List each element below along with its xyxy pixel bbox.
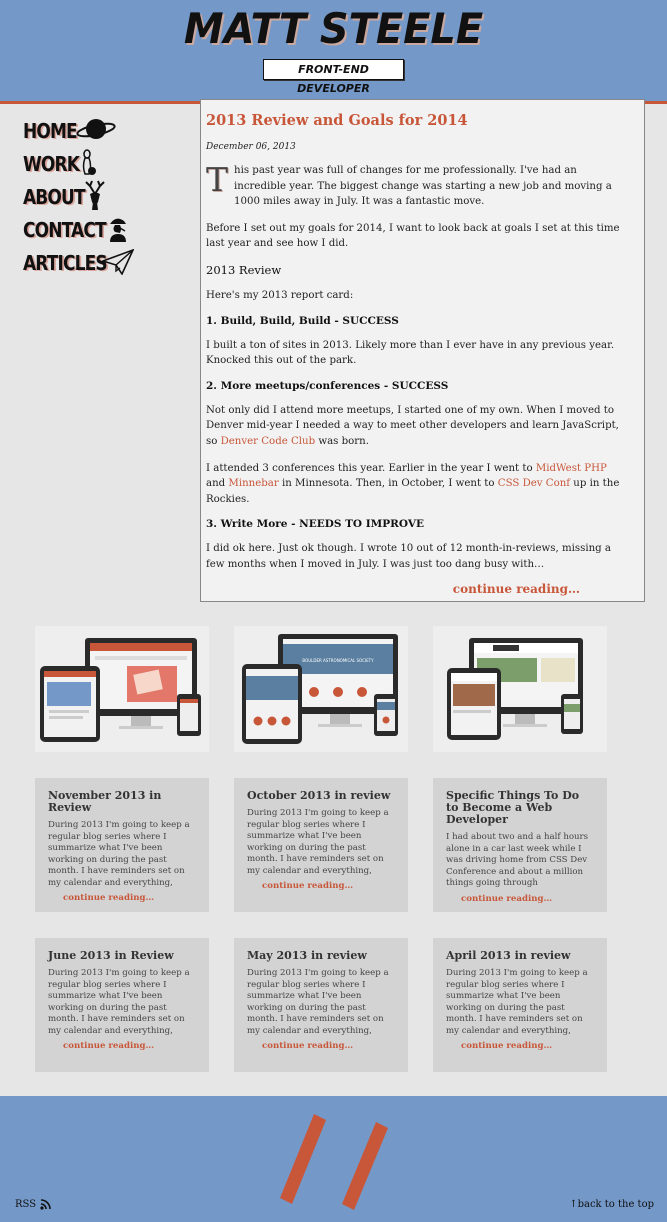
- article-card[interactable]: May 2013 in review During 2013 I'm going…: [234, 938, 408, 1072]
- paragraph: Here's my 2013 report card:: [206, 289, 354, 301]
- site-header: MATT STEELE FRONT-END DEVELOPER: [0, 0, 667, 104]
- nav-item-contact[interactable]: CONTACT: [23, 213, 183, 246]
- denver-code-club-link[interactable]: Denver Code Club: [221, 436, 316, 447]
- card-excerpt: During 2013 I'm going to keep a regular …: [247, 968, 389, 1036]
- featured-date: December 06, 2013: [206, 142, 296, 152]
- article-card[interactable]: Specific Things To Do to Become a Web De…: [433, 778, 607, 912]
- card-title[interactable]: May 2013 in review: [247, 950, 396, 962]
- card-title[interactable]: April 2013 in review: [446, 950, 595, 962]
- rss-link[interactable]: RSS: [15, 1199, 51, 1210]
- footer-logo-mark: [280, 1114, 388, 1210]
- project-thumbnail[interactable]: [433, 626, 607, 752]
- site-footer: RSS ↑back to the top: [0, 1096, 667, 1222]
- paragraph: I did ok here. Just ok though. I wrote 1…: [206, 543, 611, 570]
- midwest-php-link[interactable]: MidWest PHP: [536, 463, 607, 474]
- bowling-pin-icon[interactable]: [78, 148, 98, 178]
- detective-icon[interactable]: [106, 215, 130, 243]
- goal-heading: 2. More meetups/conferences - SUCCESS: [206, 379, 449, 392]
- card-excerpt: During 2013 I'm going to keep a regular …: [48, 820, 190, 888]
- continue-reading-link[interactable]: continue reading…: [461, 894, 595, 904]
- site-title[interactable]: MATT STEELE: [17, 4, 651, 53]
- card-title[interactable]: October 2013 in review: [247, 790, 396, 802]
- card-excerpt: During 2013 I'm going to keep a regular …: [446, 968, 588, 1036]
- article-card[interactable]: October 2013 in review During 2013 I'm g…: [234, 778, 408, 912]
- rss-icon[interactable]: [40, 1199, 51, 1210]
- nav-item-label[interactable]: ABOUT: [23, 185, 86, 209]
- project-thumbnail[interactable]: BOULDER ASTRONOMICAL SOCIETY: [234, 626, 408, 752]
- drop-cap: T: [206, 160, 229, 199]
- nav-item-label[interactable]: WORK: [23, 152, 80, 176]
- continue-reading-link[interactable]: continue reading…: [262, 881, 396, 891]
- article-card[interactable]: June 2013 in Review During 2013 I'm goin…: [35, 938, 209, 1072]
- continue-reading-link[interactable]: continue reading…: [262, 1041, 396, 1051]
- featured-title[interactable]: 2013 Review and Goals for 2014: [206, 112, 627, 129]
- rss-label[interactable]: RSS: [15, 1199, 36, 1210]
- card-title[interactable]: June 2013 in Review: [48, 950, 197, 962]
- article-card[interactable]: April 2013 in review During 2013 I'm goi…: [433, 938, 607, 1072]
- featured-article: 2013 Review and Goals for 2014 December …: [200, 99, 645, 602]
- card-title[interactable]: Specific Things To Do to Become a Web De…: [446, 790, 595, 826]
- card-excerpt: I had about two and a half hours alone i…: [446, 832, 589, 888]
- goal-heading: 1. Build, Build, Build - SUCCESS: [206, 314, 399, 327]
- planet-icon[interactable]: [76, 114, 118, 144]
- continue-reading-link[interactable]: continue reading…: [63, 893, 197, 903]
- article-card[interactable]: November 2013 in Review During 2013 I'm …: [35, 778, 209, 912]
- continue-reading-link[interactable]: continue reading…: [63, 1041, 197, 1051]
- css-dev-conf-link[interactable]: CSS Dev Conf: [498, 478, 570, 489]
- project-thumbnail[interactable]: [35, 626, 209, 752]
- nav-item-label[interactable]: CONTACT: [23, 218, 107, 242]
- intro-paragraph: This past year was full of changes for m…: [206, 160, 612, 208]
- card-excerpt: During 2013 I'm going to keep a regular …: [48, 968, 190, 1036]
- paper-plane-icon[interactable]: [102, 249, 134, 275]
- nav-item-label[interactable]: HOME: [23, 119, 78, 143]
- paragraph: I attended 3 conferences this year. Earl…: [206, 462, 620, 505]
- section-heading: 2013 Review: [206, 262, 282, 277]
- continue-reading-link[interactable]: continue reading…: [461, 1041, 595, 1051]
- goal-heading: 3. Write More - NEEDS TO IMPROVE: [206, 518, 424, 531]
- thumbnail-caption: BOULDER ASTRONOMICAL SOCIETY: [302, 658, 374, 663]
- back-to-top-link[interactable]: ↑back to the top: [569, 1199, 654, 1210]
- card-excerpt: During 2013 I'm going to keep a regular …: [247, 808, 389, 876]
- card-title[interactable]: November 2013 in Review: [48, 790, 197, 814]
- nav-item-work[interactable]: WORK: [23, 147, 183, 180]
- paragraph: Before I set out my goals for 2014, I wa…: [206, 222, 620, 250]
- site-subtitle: FRONT-END DEVELOPER: [263, 59, 404, 95]
- nav-item-label[interactable]: ARTICLES: [23, 251, 108, 275]
- minnebar-link[interactable]: Minnebar: [228, 478, 278, 489]
- paragraph: I built a ton of sites in 2013. Likely m…: [206, 339, 615, 367]
- deer-icon[interactable]: [80, 180, 110, 212]
- continue-reading-link[interactable]: continue reading…: [453, 582, 580, 596]
- paragraph: Not only did I attend more meetups, I st…: [206, 404, 619, 447]
